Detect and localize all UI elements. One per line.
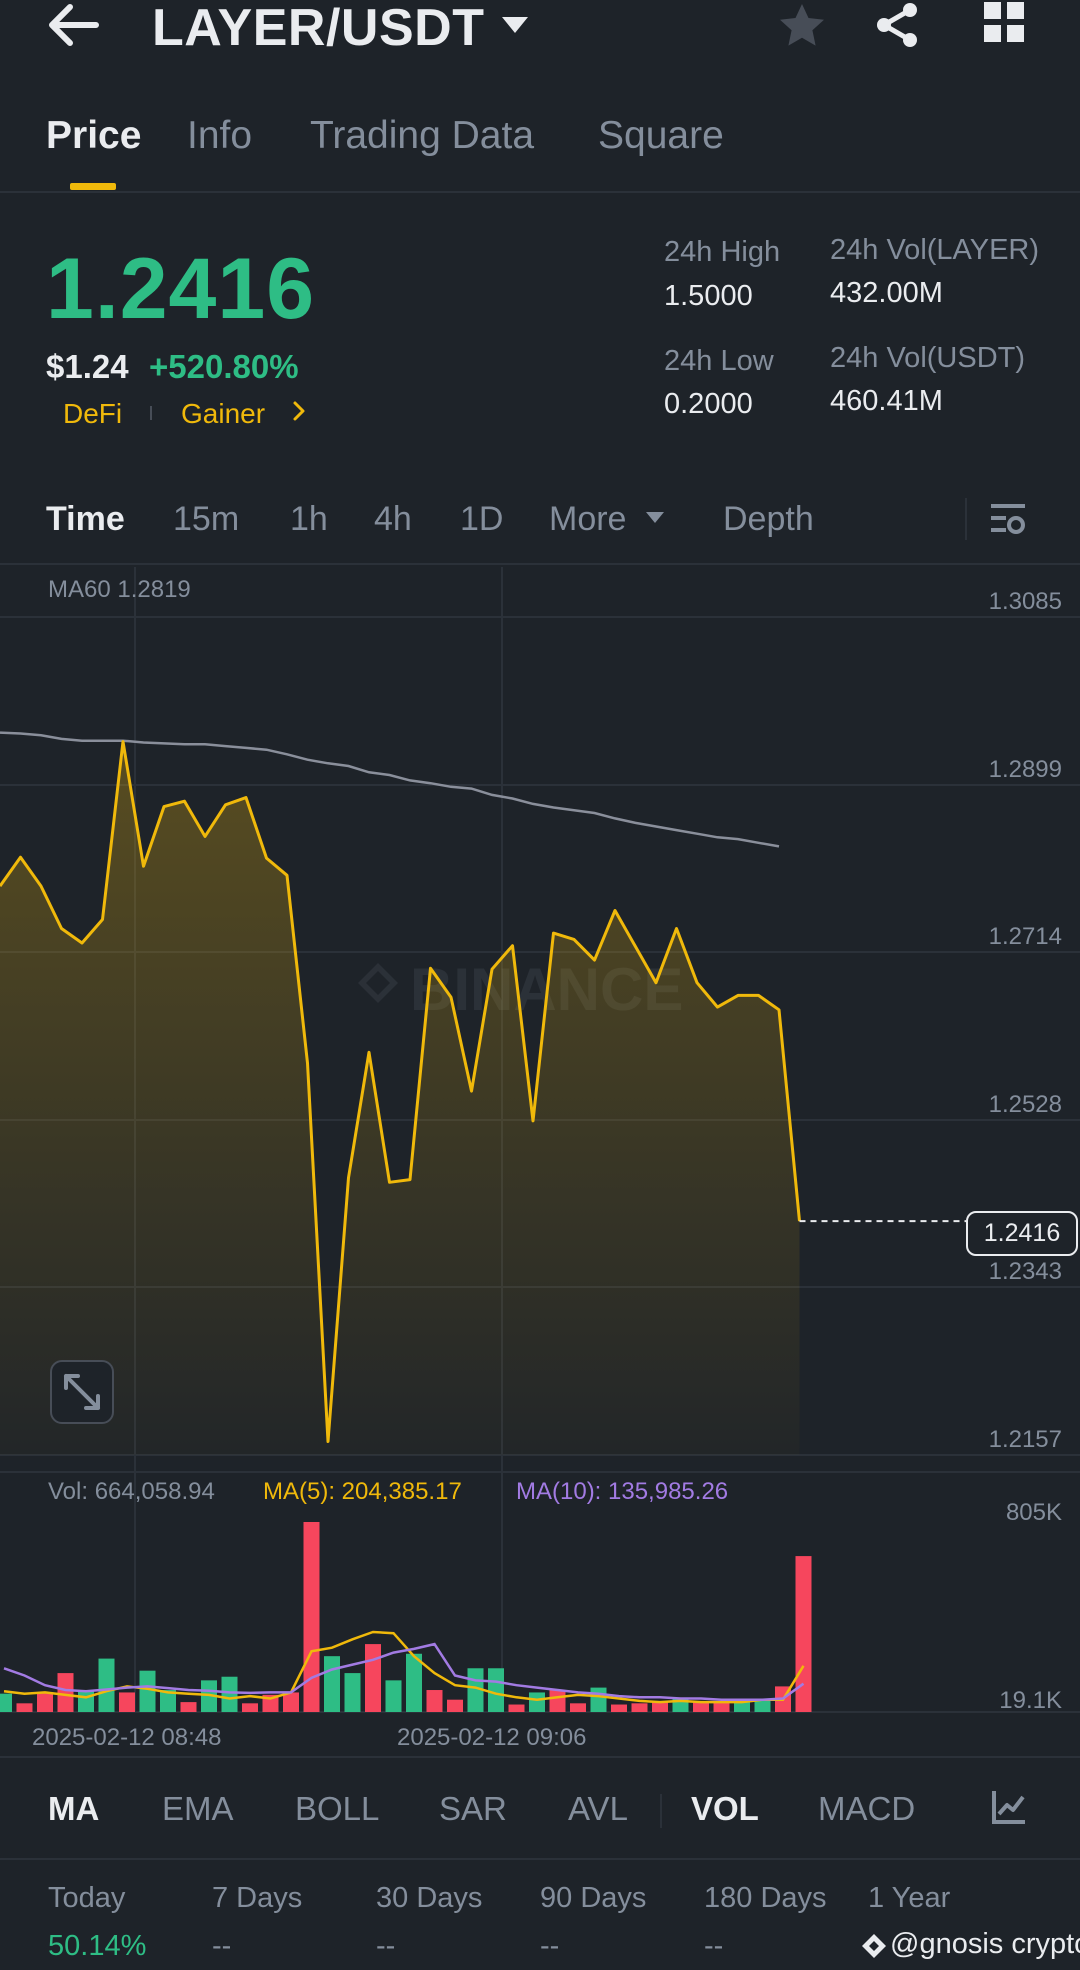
volume-bar — [180, 1702, 197, 1712]
volume-bar — [303, 1522, 320, 1712]
perf-180d-label: 180 Days — [704, 1882, 827, 1914]
binance-logo-icon — [860, 1932, 888, 1965]
volume-bar — [570, 1703, 586, 1712]
volume-bar — [344, 1673, 361, 1712]
volume-bar — [139, 1670, 156, 1712]
volume-legend: Vol: 664,058.94 — [48, 1478, 215, 1505]
volume-bar — [37, 1692, 53, 1712]
volume-bar — [365, 1644, 381, 1712]
perf-today-label: Today — [48, 1882, 126, 1914]
indicator-settings-icon[interactable] — [990, 1788, 1028, 1831]
volume-bar — [652, 1702, 668, 1712]
perf-30d-label: 30 Days — [376, 1882, 483, 1914]
indicator-sar[interactable]: SAR — [439, 1790, 507, 1828]
volume-bar — [119, 1692, 135, 1712]
volume-bar — [283, 1692, 299, 1712]
y-axis-tick-label: 1.2343 — [989, 1258, 1062, 1285]
perf-180d-value: -- — [704, 1930, 724, 1962]
expand-icon — [64, 1374, 100, 1410]
volume-ma5-line — [3, 1630, 805, 1704]
credit-watermark: @gnosis crypto — [890, 1928, 1080, 1960]
volume-bar — [447, 1699, 463, 1712]
volume-bar — [488, 1668, 504, 1712]
y-axis-tick-label: 1.2528 — [989, 1091, 1062, 1118]
volume-bar — [713, 1702, 730, 1712]
indicator-ma[interactable]: MA — [48, 1790, 99, 1828]
volume-axis-tick-label: 19.1K — [999, 1687, 1062, 1714]
x-axis-label-start: 2025-02-12 08:48 — [32, 1724, 222, 1751]
volume-ma10-line — [3, 1642, 805, 1701]
volume-bar — [406, 1653, 422, 1712]
volume-axis-tick-label: 805K — [1006, 1499, 1062, 1526]
perf-30d-value: -- — [376, 1930, 396, 1962]
y-axis-tick-label: 1.2157 — [989, 1426, 1062, 1453]
indicator-vol[interactable]: VOL — [691, 1790, 759, 1828]
ma60-legend: MA60 1.2819 — [48, 576, 191, 603]
volume-bar — [78, 1690, 94, 1712]
volume-bar — [611, 1704, 627, 1712]
perf-7d-value: -- — [212, 1930, 232, 1962]
volume-bar — [549, 1690, 566, 1712]
perf-90d-value: -- — [540, 1930, 560, 1962]
x-axis-label-mid: 2025-02-12 09:06 — [397, 1724, 587, 1751]
volume-ma5-legend: MA(5): 204,385.17 — [263, 1478, 462, 1505]
perf-90d-label: 90 Days — [540, 1882, 647, 1914]
chart-bottom-divider — [0, 1756, 1080, 1758]
volume-bar — [508, 1704, 525, 1712]
volume-bar — [324, 1656, 340, 1712]
expand-chart-button[interactable] — [50, 1360, 114, 1424]
perf-1y-label: 1 Year — [868, 1882, 951, 1914]
indicator-ema[interactable]: EMA — [162, 1790, 234, 1828]
y-axis-tick-label: 1.2714 — [989, 923, 1062, 950]
volume-bar — [0, 1693, 12, 1712]
volume-bar — [98, 1658, 115, 1712]
indicator-avl[interactable]: AVL — [568, 1790, 628, 1828]
y-axis-tick-label: 1.2899 — [989, 756, 1062, 783]
volume-bar — [631, 1703, 648, 1712]
volume-bar — [426, 1690, 443, 1712]
indicator-macd[interactable]: MACD — [818, 1790, 915, 1828]
volume-bar — [693, 1702, 709, 1712]
volume-ma10-legend: MA(10): 135,985.26 — [516, 1478, 729, 1505]
y-axis-tick-label: 1.3085 — [989, 588, 1062, 615]
current-price-badge[interactable]: 1.2416 — [966, 1211, 1078, 1256]
volume-bar — [734, 1702, 750, 1712]
price-area-fill — [0, 741, 800, 1455]
volume-bar — [242, 1703, 258, 1712]
perf-today-value: 50.14% — [48, 1930, 147, 1962]
indicator-divider — [660, 1794, 662, 1828]
volume-bar — [16, 1703, 33, 1712]
volume-bar — [385, 1680, 402, 1712]
volume-bar — [529, 1692, 545, 1712]
volume-bar — [590, 1687, 607, 1712]
volume-bar — [57, 1673, 74, 1712]
perf-7d-label: 7 Days — [212, 1882, 303, 1914]
indicator-boll[interactable]: BOLL — [295, 1790, 379, 1828]
volume-bar — [221, 1676, 238, 1712]
indicator-bottom-divider — [0, 1858, 1080, 1860]
